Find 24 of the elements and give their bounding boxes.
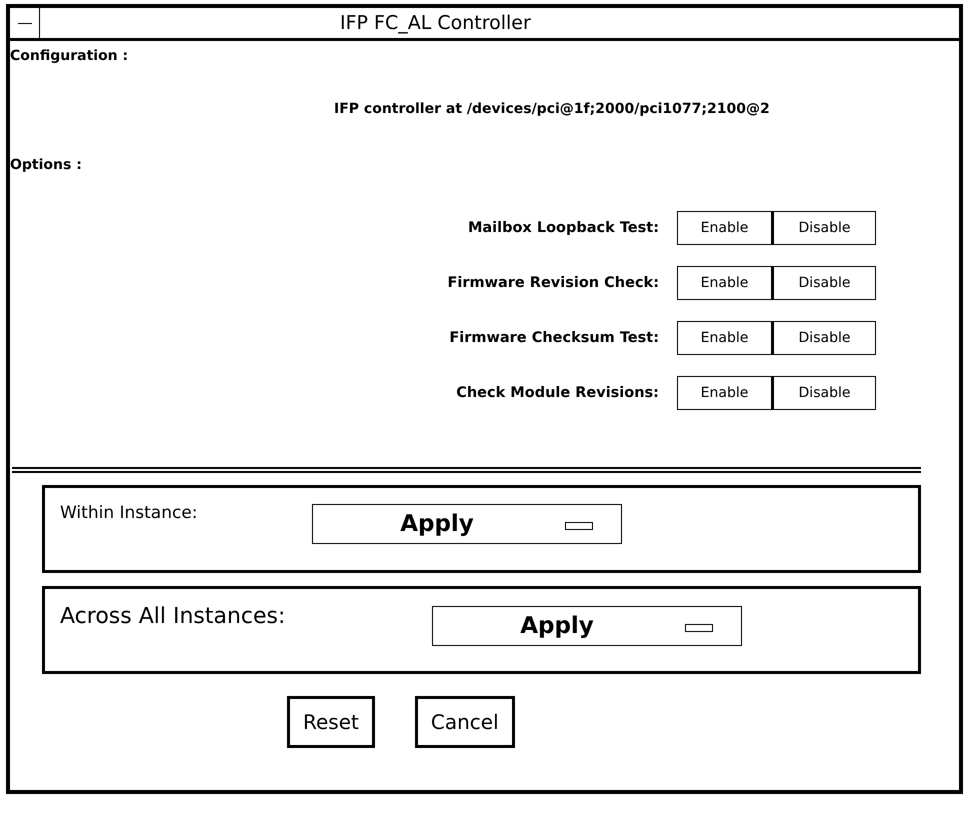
toggle-button[interactable]: Disable — [772, 321, 876, 355]
toggle-button[interactable]: Disable — [772, 376, 876, 410]
device-path: IFP controller at /devices/pci@1f;2000/pci1077;2100@2 — [334, 101, 770, 117]
menu-indicator-icon — [685, 624, 713, 632]
toggle-button[interactable]: Enable — [677, 266, 772, 300]
section-label: Options : — [10, 157, 82, 173]
menu-indicator-icon — [565, 522, 593, 530]
scope-label: Across All Instances: — [60, 604, 286, 629]
toggle-button[interactable]: Enable — [677, 376, 772, 410]
apply-menu-button[interactable]: Apply — [312, 504, 622, 544]
apply-menu-button[interactable]: Apply — [432, 606, 742, 646]
action-button[interactable]: Reset — [287, 696, 375, 748]
option-label: Check Module Revisions: — [456, 385, 659, 401]
option-label: Firmware Revision Check: — [447, 275, 659, 291]
scope-label: Within Instance: — [60, 503, 199, 523]
window-title: IFP FC_AL Controller — [340, 12, 531, 34]
action-button[interactable]: Cancel — [414, 696, 515, 748]
toggle-button[interactable]: Enable — [677, 211, 772, 245]
toggle-button[interactable]: Disable — [772, 211, 876, 245]
toggle-button[interactable]: Enable — [677, 321, 772, 355]
section-label: Configuration : — [10, 48, 128, 64]
option-label: Mailbox Loopback Test: — [468, 220, 659, 236]
toggle-button[interactable]: Disable — [772, 266, 876, 300]
option-label: Firmware Checksum Test: — [449, 330, 659, 346]
